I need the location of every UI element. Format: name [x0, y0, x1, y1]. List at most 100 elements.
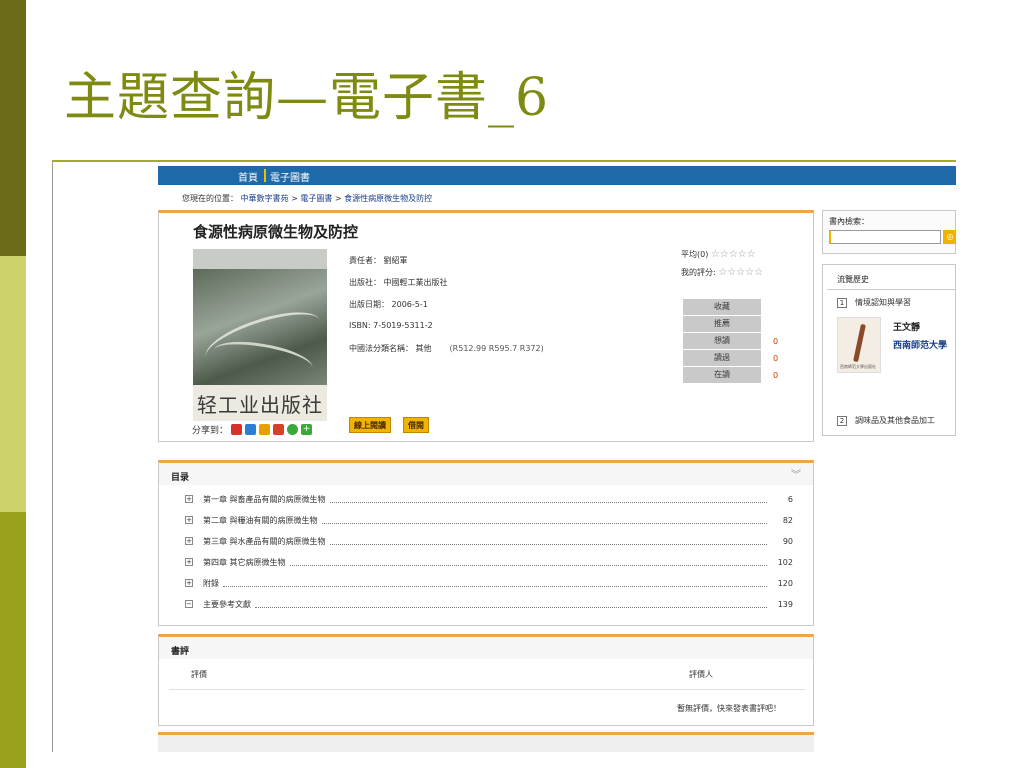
book-info-panel: 食源性病原微生物及防控 轻工业出版社 分享到： + 責任者： 劉紹軍 出版社： … [158, 210, 814, 442]
want-to-read-button[interactable]: 想讀 [683, 333, 761, 349]
browse-history-panel: 流覽歷史 1 情境認知與學習 西南師范大學出版社 王文靜 西南師范大學 2 調味品及… [822, 264, 956, 436]
toc-row-title[interactable]: 第三章 與水產品有關的病原微生物 [203, 536, 326, 547]
toc-row[interactable]: + 第四章 其它病原微生物 102 [185, 556, 793, 568]
expand-icon[interactable]: + [185, 495, 193, 503]
thumbnail-branch-graphic [853, 323, 866, 363]
share-bar: 分享到： + [192, 423, 313, 436]
favorite-button[interactable]: 收藏 [683, 299, 761, 315]
book-pub-date: 出版日期： 2006-5-1 [349, 300, 428, 309]
title-divider [52, 160, 956, 162]
toc-row-title[interactable]: 第一章 與畜產品有關的病原微生物 [203, 494, 326, 505]
classification-label: 中國法分類名稱： 其他 [349, 344, 432, 353]
nav-ebooks-link[interactable]: 電子圖書 [270, 169, 310, 184]
toc-row-page: 82 [782, 515, 793, 525]
history-divider [827, 289, 956, 290]
recommend-button[interactable]: 推薦 [683, 316, 761, 332]
read-online-button[interactable]: 線上閱讀 [349, 417, 391, 433]
breadcrumb-item-home[interactable]: 中華數字書苑 [241, 194, 289, 203]
reading-count: 0 [773, 371, 779, 380]
toc-row[interactable]: + 第一章 與畜產品有關的病原微生物 6 [185, 493, 793, 505]
reviews-title: 書評 [171, 647, 190, 657]
history-item-title: 調味品及其他食品加工 [855, 416, 935, 425]
book-cover-image[interactable]: 轻工业出版社 [193, 249, 327, 421]
weibo-share-icon[interactable] [231, 424, 243, 435]
toc-row-page: 139 [777, 599, 793, 609]
history-item-number: 2 [837, 416, 847, 426]
have-read-button[interactable]: 讀過 [683, 350, 761, 366]
breadcrumb-item-current[interactable]: 食源性病原微生物及防控 [344, 194, 432, 203]
clover-share-icon[interactable] [287, 424, 299, 435]
breadcrumb-separator: > [334, 194, 342, 203]
toc-row-title[interactable]: 主要參考文獻 [203, 599, 251, 610]
toc-row-title[interactable]: 第二章 與糧油有關的病原微生物 [203, 515, 318, 526]
toc-leader-dots [223, 580, 767, 587]
book-classification: 中國法分類名稱： 其他 (R512.99 R595.7 R372) [349, 343, 544, 354]
average-stars-icon: ☆☆☆☆☆ [710, 249, 756, 260]
toc-row-page: 102 [777, 557, 793, 567]
book-title: 食源性病原微生物及防控 [193, 223, 359, 241]
my-rating: 我的評分: ☆☆☆☆☆ [681, 267, 763, 278]
qzone-share-icon[interactable] [245, 424, 257, 435]
want-to-read-count: 0 [773, 337, 779, 346]
no-reviews-message: 暫無評價，快來發表書評吧！ [677, 704, 781, 713]
kaixin-share-icon[interactable] [259, 424, 271, 435]
average-rating: 平均(0) ☆☆☆☆☆ [681, 249, 756, 260]
book-publisher: 出版社： 中國輕工業出版社 [349, 278, 448, 287]
cover-publisher-text: 轻工业出版社 [193, 385, 327, 421]
review-divider [169, 689, 805, 690]
book-isbn: ISBN: 7-5019-5311-2 [349, 321, 433, 330]
history-book-thumbnail[interactable]: 西南師范大學出版社 [837, 317, 881, 373]
my-rating-label: 我的評分: [681, 268, 716, 277]
more-share-icon[interactable]: + [301, 424, 313, 435]
book-author: 責任者： 劉紹軍 [349, 256, 408, 265]
browse-history-title: 流覽歷史 [837, 275, 869, 284]
expand-icon[interactable]: + [185, 558, 193, 566]
slide-accent-bar-top [0, 0, 26, 256]
history-book-author[interactable]: 王文靜 [893, 320, 920, 333]
toc-row-page: 90 [782, 536, 793, 546]
toc-row[interactable]: + 第二章 與糧油有關的病原微生物 82 [185, 514, 793, 526]
toc-leader-dots [329, 496, 767, 503]
history-book-publisher[interactable]: 西南師范大學 [893, 338, 947, 351]
toc-row[interactable]: − 主要參考文獻 139 [185, 598, 793, 610]
expand-icon[interactable]: + [185, 537, 193, 545]
review-header-bar [159, 637, 813, 659]
in-book-search-label: 書內檢索： [829, 217, 869, 226]
toc-row-page: 120 [777, 578, 793, 588]
breadcrumb-separator: > [291, 194, 298, 203]
in-book-search-panel: 書內檢索： ◎ [822, 210, 956, 254]
reading-button[interactable]: 在讀 [683, 367, 761, 383]
footer-panel [158, 732, 814, 752]
slide-accent-bar-bottom [0, 512, 26, 768]
search-go-icon[interactable]: ◎ [943, 230, 956, 244]
have-read-count: 0 [773, 354, 779, 363]
borrow-button[interactable]: 借閱 [403, 417, 429, 433]
history-item[interactable]: 2 調味品及其他食品加工 [837, 415, 935, 426]
nav-home-link[interactable]: 首頁 [238, 169, 258, 184]
collapse-chevron-icon[interactable]: ︾ [791, 466, 801, 481]
review-column-header: 評價 [191, 670, 207, 679]
collapse-icon[interactable]: − [185, 600, 193, 608]
renren-share-icon[interactable] [273, 424, 285, 435]
ebook-screenshot: 首頁 電子圖書 您現在的位置： 中華數字書苑 > 電子圖書 > 食源性病原微生物… [158, 166, 956, 768]
toc-header-bar [159, 463, 813, 485]
toc-row[interactable]: + 第三章 與水產品有關的病原微生物 90 [185, 535, 793, 547]
toc-row-title[interactable]: 第四章 其它病原微生物 [203, 557, 286, 568]
book-reviews-panel: 書評 評價 評價人 暫無評價，快來發表書評吧！ [158, 634, 814, 726]
in-book-search-input[interactable] [829, 230, 941, 244]
expand-icon[interactable]: + [185, 516, 193, 524]
history-item[interactable]: 1 情境認知與學習 [837, 297, 911, 308]
my-rating-stars-icon[interactable]: ☆☆☆☆☆ [718, 267, 763, 278]
average-rating-label: 平均(0) [681, 250, 709, 259]
history-item-number: 1 [837, 298, 847, 308]
toc-row-title[interactable]: 附錄 [203, 578, 219, 589]
top-navigation-bar: 首頁 電子圖書 [158, 166, 956, 185]
breadcrumb-item-ebooks[interactable]: 電子圖書 [300, 194, 332, 203]
classification-codes: (R512.99 R595.7 R372) [449, 344, 544, 353]
slide-title: 主題查詢—電子書_6 [64, 68, 550, 128]
toc-leader-dots [329, 538, 767, 545]
toc-row[interactable]: + 附錄 120 [185, 577, 793, 589]
expand-icon[interactable]: + [185, 579, 193, 587]
breadcrumb-prefix: 您現在的位置： [182, 194, 238, 203]
toc-leader-dots [289, 559, 767, 566]
